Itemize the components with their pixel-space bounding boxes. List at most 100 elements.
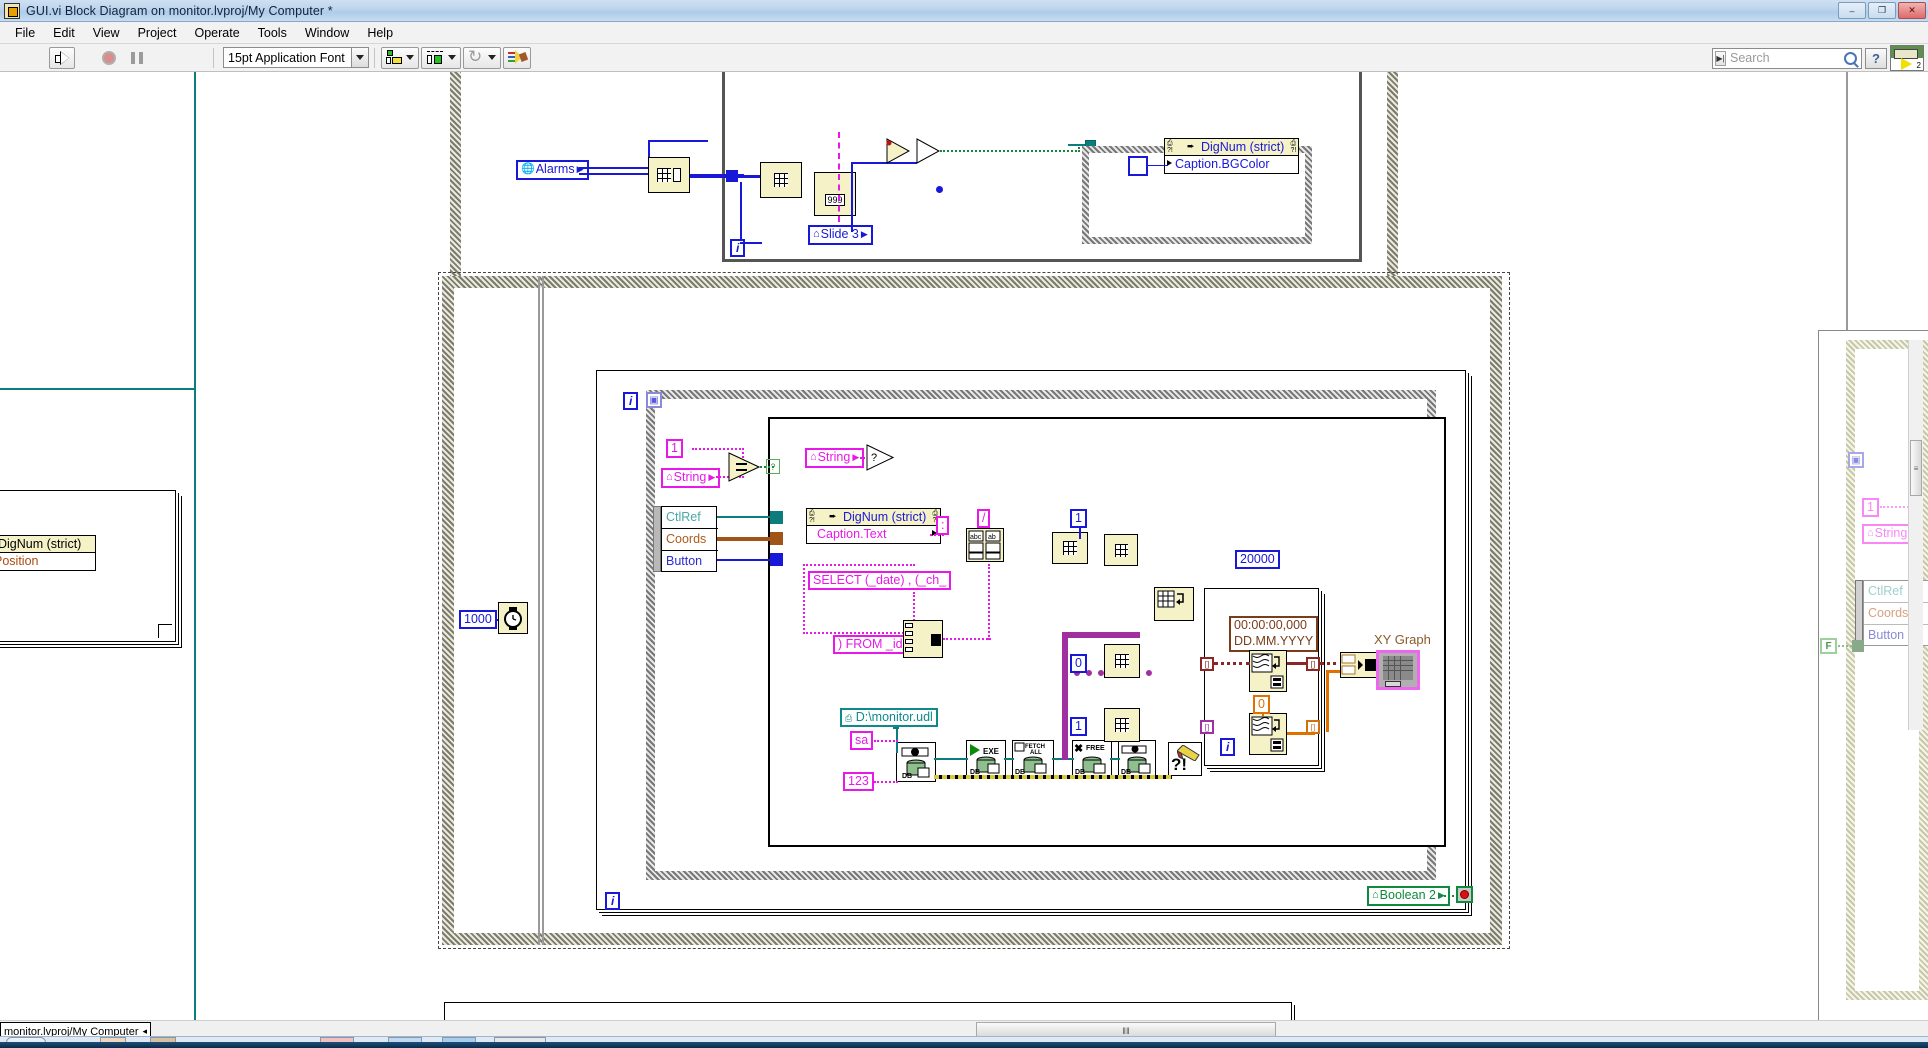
case-ref-terminal[interactable]: ▣ [646, 392, 662, 408]
color-box-constant[interactable] [1128, 156, 1148, 176]
main-loop-inner-frame-b[interactable] [538, 276, 540, 945]
comparison-node-a[interactable] [886, 138, 911, 164]
constant-20000[interactable]: 20000 [1235, 550, 1280, 570]
menu-window[interactable]: Window [296, 24, 358, 42]
db-free-object-node[interactable]: ✖ FREE DB [1072, 740, 1112, 778]
sql-select-constant[interactable]: SELECT (_date) , (_ch_ [808, 571, 952, 591]
vi-icon-pane[interactable]: 2 [1890, 45, 1924, 71]
unbundle-item-button[interactable]: Button [662, 551, 718, 573]
menu-operate[interactable]: Operate [185, 24, 248, 42]
string-control-a[interactable]: ⌂ String ▶ [661, 468, 721, 488]
property-node-row-bgcolor[interactable]: Caption.BGColor [1165, 156, 1298, 173]
pause-button[interactable] [124, 47, 150, 69]
scan-from-string-node-a[interactable] [1249, 650, 1287, 692]
db-open-connection-node[interactable]: DB [896, 742, 936, 782]
font-selector[interactable]: 15pt Application Font [223, 47, 369, 68]
udl-path-constant[interactable]: ⎙ D:\monitor.udl [840, 708, 938, 728]
main-stop-led[interactable] [1456, 886, 1473, 903]
comparison-node-b[interactable] [916, 138, 941, 164]
slash-constant[interactable]: / [977, 509, 991, 529]
scan-from-string-node-b[interactable] [1249, 713, 1287, 755]
right-window-constant-one[interactable]: 1 [1862, 498, 1879, 518]
tunnel-ctlref[interactable] [770, 511, 783, 524]
wait-ms-constant[interactable]: 1000 [459, 610, 497, 630]
menu-view[interactable]: View [84, 24, 129, 42]
colon-constant[interactable]: : [936, 516, 950, 536]
minimize-button[interactable]: – [1838, 2, 1866, 19]
unbundle-item-coords[interactable]: Coords [662, 529, 718, 551]
main-boolean2-indicator[interactable]: ⌂ Boolean 2 ▶ [1367, 886, 1450, 906]
concatenate-sql-node[interactable] [903, 620, 943, 658]
top-dignum-property-node[interactable]: ⎙?! ➨ DigNum (strict) ⎙?! Caption.BGColo… [1164, 138, 1300, 174]
array-index-node-2[interactable] [760, 162, 802, 198]
close-button[interactable]: ✕ [1898, 2, 1926, 19]
string-subset-node[interactable] [1052, 532, 1088, 564]
index-one-constant[interactable]: 1 [1070, 717, 1087, 737]
db-fetch-all-data-node[interactable]: FETCH ALL DB [1012, 740, 1054, 778]
bottom-background-window[interactable] [444, 1002, 1292, 1020]
cluster-unbundle-group[interactable]: CtlRef Coords Button [661, 506, 718, 573]
window-titlebar[interactable]: GUI.vi Block Diagram on monitor.lvproj/M… [0, 0, 1928, 22]
concatenate-strings-node[interactable]: abc ab [966, 528, 1004, 562]
resize-grip[interactable] [158, 624, 172, 638]
chevron-down-icon[interactable] [351, 48, 368, 67]
right-window-string-control[interactable]: ⌂ String [1862, 524, 1913, 544]
equal-comparison-node[interactable] [728, 452, 761, 482]
constant-one-a[interactable]: 1 [666, 439, 683, 459]
cleanup-diagram-button[interactable] [503, 46, 531, 69]
maximize-button[interactable]: ❐ [1868, 2, 1896, 19]
main-loop-inner-frame[interactable] [542, 276, 544, 945]
format-into-string-node[interactable] [1104, 534, 1138, 566]
db-execute-query-node[interactable]: EXE DB [966, 740, 1006, 778]
block-diagram-canvas[interactable]: DigNum (strict) Position 🌐 Alarms ▶ 999 … [0, 72, 1928, 1020]
array-index-node-1[interactable] [648, 157, 690, 193]
main-dignum-property-node[interactable]: ⎙?! ➨ DigNum (strict) ⎙?! Caption.Text [806, 508, 942, 544]
menu-help[interactable]: Help [358, 24, 402, 42]
search-icon[interactable] [1844, 51, 1857, 65]
right-window-case-ref[interactable]: ▣ [1848, 452, 1864, 468]
password-constant[interactable]: 123 [843, 772, 874, 792]
property-node-row-caption-text[interactable]: Caption.Text [807, 526, 940, 543]
for-loop-tunnel-out-a[interactable]: [] [1306, 657, 1320, 671]
reorder-objects-button[interactable] [463, 46, 501, 69]
right-window-scrollbar[interactable]: ≡ [1908, 340, 1923, 730]
scrollbar-thumb[interactable]: ≡ [1910, 440, 1922, 496]
slide3-control-terminal[interactable]: ⌂ Slide 3 ▶ [808, 225, 873, 245]
array-size-node[interactable] [1154, 587, 1194, 621]
menu-file[interactable]: File [6, 24, 44, 42]
unbundle-item-ctlref[interactable]: CtlRef [662, 507, 718, 529]
distribute-objects-button[interactable] [421, 46, 461, 69]
string-control-b[interactable]: ⌂ String ▶ [805, 448, 865, 468]
for-loop-tunnel-in-b[interactable]: [] [1200, 720, 1214, 734]
to-more-specific-class-node[interactable]: ? [866, 444, 895, 471]
wait-ms-node[interactable] [498, 602, 528, 634]
alarms-control-terminal[interactable]: 🌐 Alarms ▶ [516, 160, 589, 180]
align-objects-button[interactable] [381, 46, 419, 69]
left-window-property-node[interactable]: DigNum (strict) Position [0, 535, 97, 571]
xy-graph-terminal[interactable] [1376, 650, 1420, 690]
timestamp-format-constant[interactable]: 00:00:00,000 DD.MM.YYYY [1229, 616, 1319, 653]
menu-project[interactable]: Project [129, 24, 186, 42]
db-close-connection-node[interactable]: DB [1118, 740, 1156, 778]
sa-user-constant[interactable]: sa [850, 731, 874, 751]
simple-error-handler-node[interactable]: ?! [1168, 742, 1202, 776]
left-floating-window[interactable]: DigNum (strict) Position [0, 490, 176, 642]
search-input[interactable]: ▶| Search [1712, 47, 1862, 69]
menu-edit[interactable]: Edit [44, 24, 84, 42]
property-node-row-position[interactable]: Position [0, 553, 95, 570]
index-array-node-a[interactable] [1104, 644, 1140, 678]
run-button[interactable] [49, 46, 75, 69]
right-window-false-terminal[interactable]: F [1820, 638, 1837, 654]
tunnel-button[interactable] [770, 553, 783, 566]
menu-tools[interactable]: Tools [249, 24, 296, 42]
context-help-button[interactable]: ? [1865, 47, 1887, 69]
constant-one-b[interactable]: 1 [1070, 509, 1087, 529]
tunnel-coords[interactable] [770, 532, 783, 545]
index-zero-constant[interactable]: 0 [1070, 654, 1087, 674]
index-array-node-b[interactable] [1104, 708, 1140, 742]
abort-button[interactable] [96, 47, 122, 69]
for-loop-tunnel-in-a[interactable]: [] [1200, 657, 1214, 671]
search-scope-icon[interactable]: ▶| [1715, 50, 1726, 66]
bundle-cluster-node[interactable] [1340, 652, 1380, 678]
number-to-string-node[interactable]: 999 [814, 172, 856, 216]
